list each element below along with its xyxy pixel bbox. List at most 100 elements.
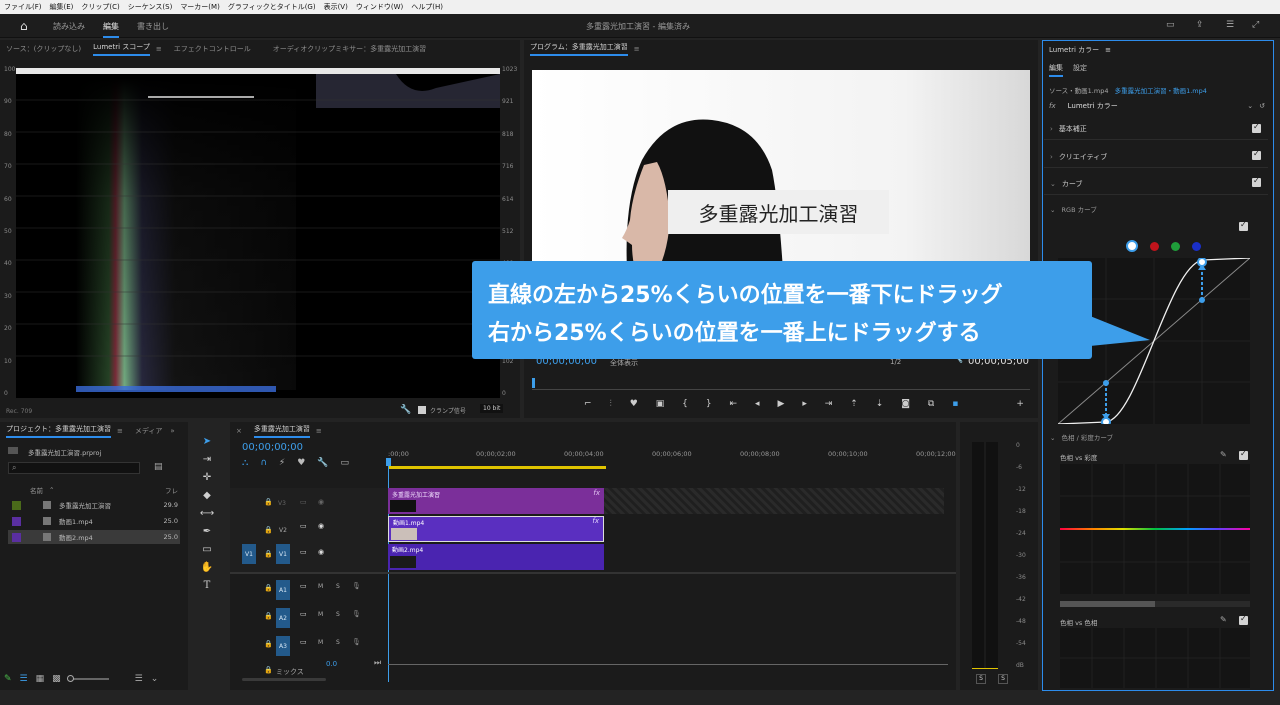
sync-icon[interactable]: ▭: [300, 498, 307, 506]
settings-icon[interactable]: ☰: [1226, 20, 1234, 30]
chevron-down-icon[interactable]: ⌄: [151, 674, 159, 684]
sync-icon[interactable]: ▭: [300, 548, 307, 556]
mark-out-icon[interactable]: ⫶: [609, 399, 611, 409]
lock-icon[interactable]: 🔒: [264, 666, 273, 674]
marker-icon[interactable]: ♥: [297, 458, 305, 468]
hue-vs-sat-checkbox[interactable]: [1239, 449, 1248, 460]
playhead[interactable]: [532, 378, 535, 388]
menu-item-5[interactable]: グラフィックとタイトル(G): [228, 2, 316, 12]
channel-red-dot[interactable]: [1150, 242, 1159, 251]
project-title[interactable]: プロジェクト：多重露光加工演習: [6, 424, 111, 438]
reset-icon[interactable]: ↺: [1259, 102, 1265, 110]
clip-v2-video[interactable]: 動画1.mp4 fx: [388, 516, 604, 542]
menu-item-3[interactable]: シーケンス(S): [128, 2, 173, 12]
icon-view-icon[interactable]: ▦: [36, 674, 45, 684]
hue-vs-sat-graph[interactable]: [1060, 464, 1250, 594]
effect-select[interactable]: Lumetri カラー: [1068, 101, 1118, 111]
linked-select-icon[interactable]: ⚡: [279, 458, 285, 468]
section-creative[interactable]: › クリエイティブ: [1044, 146, 1268, 168]
project-item[interactable]: 動画2.mp4 25.0: [8, 530, 180, 544]
tab-edit[interactable]: 編集: [103, 21, 119, 38]
pen-tool-icon[interactable]: ✒: [200, 524, 214, 538]
track-a-label[interactable]: A1: [276, 580, 290, 600]
clamp-checkbox[interactable]: [418, 406, 426, 414]
share-icon[interactable]: ⇪: [1196, 20, 1204, 30]
eye-icon[interactable]: ◉: [318, 498, 324, 506]
microphone-icon[interactable]: 🎙: [352, 582, 361, 590]
mute-button[interactable]: M: [318, 611, 323, 618]
slip-tool-icon[interactable]: ⟷: [200, 506, 214, 520]
label-color-swatch[interactable]: [12, 532, 21, 542]
mute-button[interactable]: M: [318, 639, 323, 646]
panel-menu-icon[interactable]: ≡: [117, 427, 123, 435]
new-bin-icon[interactable]: ▤: [154, 462, 163, 472]
hand-tool-icon[interactable]: ✋: [200, 560, 214, 574]
hue-vs-hue-checkbox[interactable]: [1239, 614, 1248, 625]
hue-vs-hue-graph[interactable]: [1060, 628, 1250, 688]
fit-select[interactable]: 全体表示: [610, 358, 638, 368]
project-item[interactable]: 動画1.mp4 25.0: [8, 514, 180, 528]
home-icon[interactable]: ⌂: [20, 19, 28, 33]
mark-in-icon[interactable]: ⌐: [584, 399, 592, 409]
col-name[interactable]: 名前: [30, 485, 43, 495]
lock-icon[interactable]: 🔒: [264, 526, 273, 534]
solo-button[interactable]: S: [336, 611, 340, 618]
sort-up-icon[interactable]: ⌃: [49, 486, 54, 494]
hue-sat-scrollbar[interactable]: [1060, 601, 1250, 607]
sync-icon[interactable]: ▭: [300, 582, 307, 590]
sync-icon[interactable]: ▭: [300, 638, 307, 646]
microphone-icon[interactable]: 🎙: [352, 638, 361, 646]
tab-source[interactable]: ソース：(クリップなし): [6, 44, 81, 54]
tab-settings-lumetri[interactable]: 設定: [1073, 63, 1087, 77]
label-color-swatch[interactable]: [12, 500, 21, 510]
rectangle-tool-icon[interactable]: ▭: [200, 542, 214, 556]
menu-item-7[interactable]: ウィンドウ(W): [356, 2, 403, 12]
mix-value[interactable]: 0.0: [326, 660, 337, 668]
search-input[interactable]: ⌕: [8, 462, 140, 474]
work-area-bar[interactable]: [388, 466, 606, 469]
sync-icon[interactable]: ▭: [300, 522, 307, 530]
eyedropper-icon[interactable]: ✎: [1220, 450, 1227, 459]
vr-icon[interactable]: ▪: [952, 399, 958, 409]
razor-tool-icon[interactable]: ◆: [200, 488, 214, 502]
menu-item-8[interactable]: ヘルプ(H): [411, 2, 443, 12]
channel-luma-dot[interactable]: [1126, 240, 1138, 252]
lock-icon[interactable]: 🔒: [264, 640, 273, 648]
caption-icon[interactable]: ▭: [341, 458, 350, 468]
empty-track-area[interactable]: [604, 488, 944, 514]
lock-icon[interactable]: 🔒: [264, 612, 273, 620]
eye-icon[interactable]: ◉: [318, 522, 324, 530]
panel-menu-icon[interactable]: ≡: [634, 45, 640, 53]
lock-icon[interactable]: 🔒: [264, 584, 273, 592]
tab-import[interactable]: 読み込み: [53, 21, 85, 32]
lock-icon[interactable]: 🔒: [264, 498, 273, 506]
solo-left-button[interactable]: S: [976, 674, 986, 684]
solo-button[interactable]: S: [336, 639, 340, 646]
go-in-icon[interactable]: {: [682, 399, 688, 409]
step-forward-icon[interactable]: ▸: [802, 399, 807, 409]
eye-icon[interactable]: ◉: [318, 548, 324, 556]
fullscreen-icon[interactable]: ⤢: [1252, 20, 1259, 30]
track-select-tool-icon[interactable]: ⇥: [200, 452, 214, 466]
tab-lumetri-scope[interactable]: Lumetri スコープ: [93, 42, 150, 56]
mute-button[interactable]: M: [318, 583, 323, 590]
type-tool-icon[interactable]: T: [200, 578, 214, 592]
nest-icon[interactable]: ⛬: [242, 458, 248, 468]
lock-icon[interactable]: 🔒: [264, 550, 273, 558]
safe-margin-icon[interactable]: ▣: [656, 399, 665, 409]
rgb-curve-checkbox[interactable]: [1239, 220, 1248, 231]
sync-icon[interactable]: ▭: [300, 610, 307, 618]
creative-checkbox[interactable]: [1252, 149, 1261, 160]
snap-icon[interactable]: ∩: [260, 458, 267, 468]
more-panels-icon[interactable]: »: [170, 427, 174, 435]
track-a-label[interactable]: A2: [276, 608, 290, 628]
title-overlay[interactable]: 多重露光加工演習: [668, 190, 889, 234]
basic-correction-checkbox[interactable]: [1252, 122, 1261, 133]
quality-select[interactable]: 1/2: [890, 358, 901, 366]
panel-icon[interactable]: ▭: [1166, 20, 1175, 30]
channel-blue-dot[interactable]: [1192, 242, 1201, 251]
menu-item-4[interactable]: マーカー(M): [180, 2, 220, 12]
camera-icon[interactable]: ◙: [901, 399, 910, 409]
list-view-icon[interactable]: ☰: [20, 674, 28, 684]
section-basic-correction[interactable]: › 基本補正: [1044, 118, 1268, 140]
